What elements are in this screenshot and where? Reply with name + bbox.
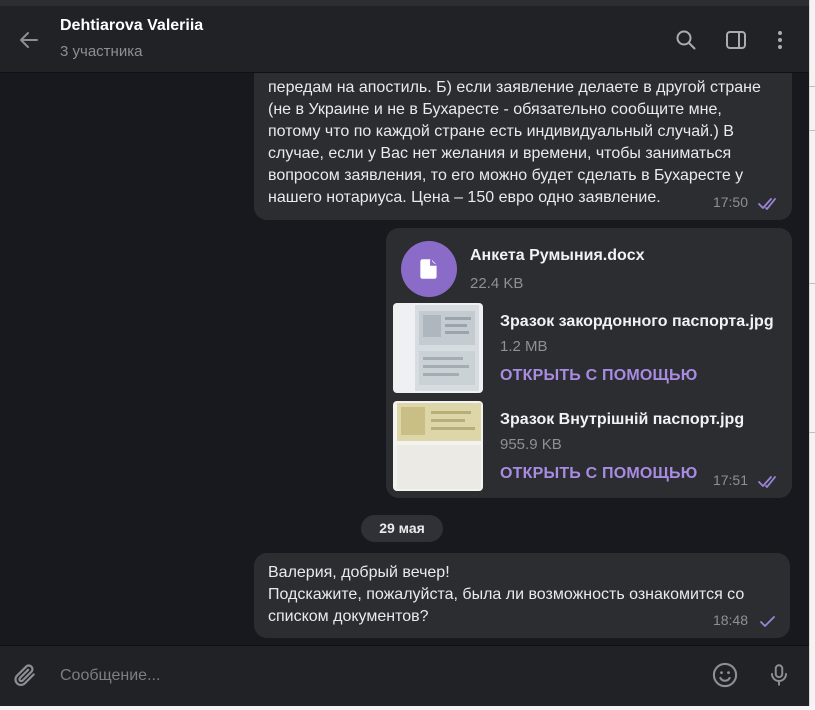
chat-header: Dehtiarova Valeriia 3 участника — [0, 6, 809, 73]
double-check-icon — [758, 198, 776, 210]
message-bubble[interactable]: передам на апостиль. Б) если заявление д… — [254, 73, 792, 220]
window-bottom-edge — [0, 706, 815, 710]
back-button[interactable] — [12, 23, 46, 57]
sidebar-panel-icon — [726, 31, 746, 49]
message-bubble[interactable]: Валерия, добрый вечер! Подскажите, пожал… — [254, 553, 790, 638]
file-name[interactable]: Зразок закордонного паспорта.jpg — [500, 311, 774, 333]
message-text: передам на апостиль. Б) если заявление д… — [268, 79, 761, 206]
image-thumbnail[interactable] — [393, 303, 483, 393]
single-check-icon — [760, 616, 775, 627]
file-name[interactable]: Анкета Румыния.docx — [470, 245, 645, 267]
chat-member-count: 3 участника — [60, 43, 143, 60]
search-button[interactable] — [671, 25, 701, 55]
message-time: 17:50 — [712, 194, 748, 210]
emoji-smile-icon — [712, 662, 738, 688]
more-vertical-icon — [778, 31, 782, 49]
passport-scan-thumbnail — [393, 303, 483, 393]
arrow-left-icon — [20, 32, 38, 48]
file-size: 955.9 KB — [500, 436, 562, 453]
message-time: 17:51 — [712, 472, 748, 488]
file-message-bubble[interactable]: Анкета Румыния.docx 22.4 KB Зразок закор… — [386, 228, 792, 498]
file-icon — [420, 259, 437, 279]
message-input[interactable] — [58, 658, 682, 694]
attach-button[interactable] — [8, 658, 42, 692]
file-name[interactable]: Зразок Внутрішній паспорт.jpg — [500, 409, 744, 431]
paperclip-icon — [14, 664, 35, 686]
document-icon[interactable] — [401, 241, 457, 297]
microphone-icon — [770, 664, 788, 686]
message-time: 18:48 — [712, 612, 748, 628]
voice-record-button[interactable] — [762, 658, 796, 692]
date-separator: 29 мая — [361, 515, 443, 542]
message-list[interactable]: передам на апостиль. Б) если заявление д… — [0, 73, 809, 645]
more-menu-button[interactable] — [765, 25, 795, 55]
toggle-sidebar-button[interactable] — [721, 25, 751, 55]
id-card-scan-thumbnail — [393, 401, 483, 491]
open-with-button[interactable]: ОТКРЫТЬ С ПОМОЩЬЮ — [500, 365, 697, 387]
message-text: Валерия, добрый вечер! Подскажите, пожал… — [268, 564, 745, 625]
message-composer — [0, 645, 809, 706]
chat-title[interactable]: Dehtiarova Valeriia — [60, 17, 203, 35]
chat-window: Dehtiarova Valeriia 3 участника передам … — [0, 6, 809, 706]
emoji-button[interactable] — [708, 658, 742, 692]
adjacent-window-edge — [809, 0, 815, 710]
search-icon — [676, 30, 696, 50]
file-size: 1.2 MB — [500, 338, 548, 355]
file-size: 22.4 KB — [470, 275, 524, 292]
double-check-icon — [758, 476, 776, 488]
image-thumbnail[interactable] — [393, 401, 483, 491]
open-with-button[interactable]: ОТКРЫТЬ С ПОМОЩЬЮ — [500, 463, 697, 485]
